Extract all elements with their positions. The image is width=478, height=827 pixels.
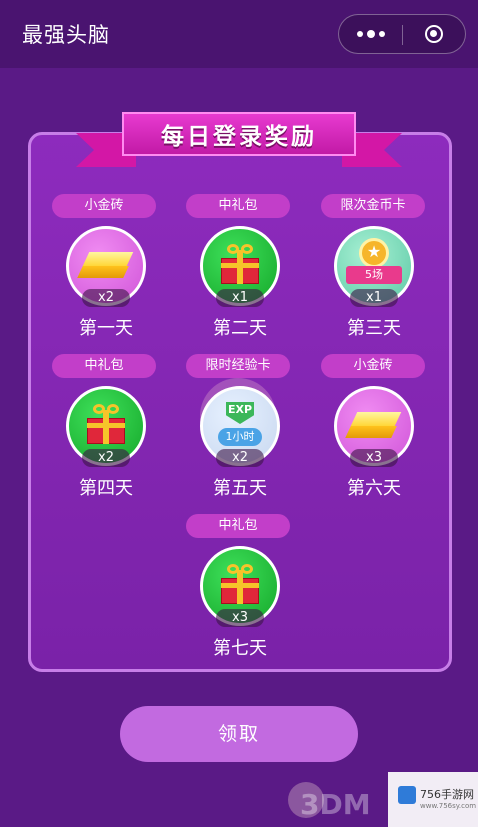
reward-item-day6[interactable]: x3 [334,386,414,467]
reward-day: 第三天 [347,318,401,339]
reward-quantity: x3 [216,609,264,627]
gift-box-icon [221,244,259,284]
reward-item-day3[interactable]: ★ 5场 x1 [334,226,414,307]
gift-box-icon [87,404,125,444]
watermark-logo-icon [398,786,416,804]
reward-label: 中礼包 [186,514,290,538]
more-dot-icon [356,31,363,37]
reward-day: 第七天 [213,638,267,659]
reward-item-day7[interactable]: x3 [200,546,280,627]
watermark-url: www.756sy.com [420,802,477,810]
duration-badge: 1小时 [218,428,262,446]
panel-title: 每日登录奖励 [161,124,317,150]
reward-day: 第五天 [213,478,267,499]
reward-quantity: x1 [216,289,264,307]
reward-quantity: x2 [82,289,130,307]
target-close-icon [425,25,443,43]
miniprogram-capsule [338,14,466,54]
reward-item-day4[interactable]: x2 [66,386,146,467]
reward-label: 小金砖 [321,354,425,378]
reward-label: 中礼包 [186,194,290,218]
claim-button[interactable]: 领取 [120,706,358,762]
reward-quantity: x3 [350,449,398,467]
reward-item-day5[interactable]: EXP 1小时 x2 [200,386,280,467]
reward-label: 小金砖 [52,194,156,218]
reward-day: 第二天 [213,318,267,339]
reward-quantity: x2 [82,449,130,467]
more-dot-icon [378,31,385,37]
reward-quantity: x1 [350,289,398,307]
close-miniprogram-button[interactable] [403,15,465,53]
reward-quantity: x2 [216,449,264,467]
reward-day: 第一天 [79,318,133,339]
reward-day: 第六天 [347,478,401,499]
panel-title-ribbon: 每日登录奖励 [122,112,356,156]
more-dot-icon [366,30,375,38]
reward-day: 第四天 [79,478,133,499]
watermark-site: 756手游网 [420,788,474,801]
reward-label: 限次金币卡 [321,194,425,218]
star-medal-icon: ★ [359,238,389,268]
more-menu-button[interactable] [339,15,402,53]
title-bar: 最强头脑 [0,0,478,68]
app-title: 最强头脑 [22,23,110,47]
reward-item-day1[interactable]: x2 [66,226,146,307]
reward-label: 中礼包 [52,354,156,378]
reward-item-day2[interactable]: x1 [200,226,280,307]
watermark-brand: 3DM [300,788,371,821]
gift-box-icon [221,564,259,604]
gold-bar-icon [345,412,402,438]
game-count-badge: 5场 [346,266,402,284]
reward-label: 限时经验卡 [186,354,290,378]
gold-bar-icon [77,252,134,278]
